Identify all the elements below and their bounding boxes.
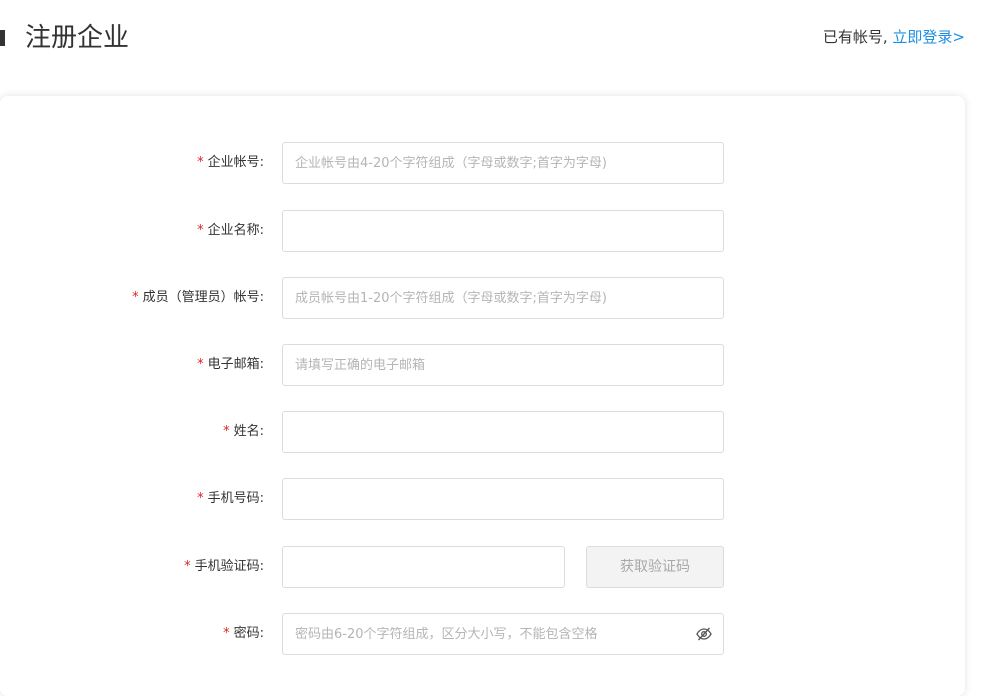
- company-account-input[interactable]: [282, 142, 724, 184]
- field-row-admin-account: * 成员（管理员）帐号:: [0, 277, 965, 319]
- required-mark: *: [184, 559, 191, 574]
- email-input[interactable]: [282, 344, 724, 386]
- get-code-button[interactable]: 获取验证码: [586, 546, 724, 588]
- required-mark: *: [223, 626, 230, 641]
- phone-input[interactable]: [282, 478, 724, 520]
- field-row-password: * 密码:: [0, 613, 965, 655]
- name-label: * 姓名:: [223, 424, 264, 439]
- company-account-label: * 企业帐号:: [197, 155, 264, 170]
- title-accent-bar: [0, 30, 5, 46]
- password-label: * 密码:: [223, 626, 264, 641]
- required-mark: *: [197, 223, 204, 238]
- field-row-email: * 电子邮箱:: [0, 344, 965, 386]
- sms-code-label: * 手机验证码:: [184, 559, 264, 574]
- field-row-phone: * 手机号码:: [0, 478, 965, 520]
- required-mark: *: [132, 290, 139, 305]
- login-prompt: 已有帐号, 立即登录>: [823, 26, 965, 48]
- page-header: 注册企业 已有帐号, 立即登录>: [0, 0, 990, 80]
- admin-account-input[interactable]: [282, 277, 724, 319]
- field-row-company-name: * 企业名称:: [0, 210, 965, 252]
- field-row-sms-code: * 手机验证码: 获取验证码: [0, 546, 965, 588]
- required-mark: *: [197, 357, 204, 372]
- login-prompt-text: 已有帐号,: [822, 28, 888, 46]
- page-title: 注册企业: [25, 23, 130, 53]
- email-label: * 电子邮箱:: [197, 357, 264, 372]
- company-name-input[interactable]: [282, 210, 724, 252]
- field-row-company-account: * 企业帐号:: [0, 142, 965, 184]
- required-mark: *: [197, 491, 204, 506]
- sms-code-input[interactable]: [282, 546, 565, 588]
- password-input[interactable]: [282, 613, 724, 655]
- required-mark: *: [223, 424, 230, 439]
- company-name-label: * 企业名称:: [197, 223, 264, 238]
- required-mark: *: [197, 155, 204, 170]
- register-form-card: *企业帐号: *企业名称: *成员（管理员）帐号: *电子邮箱: *姓名: *手…: [0, 96, 965, 696]
- field-row-name: * 姓名:: [0, 411, 965, 453]
- admin-account-label: * 成员（管理员）帐号:: [132, 290, 264, 305]
- phone-label: * 手机号码:: [197, 491, 264, 506]
- login-link[interactable]: 立即登录>: [892, 28, 965, 46]
- name-input[interactable]: [282, 411, 724, 453]
